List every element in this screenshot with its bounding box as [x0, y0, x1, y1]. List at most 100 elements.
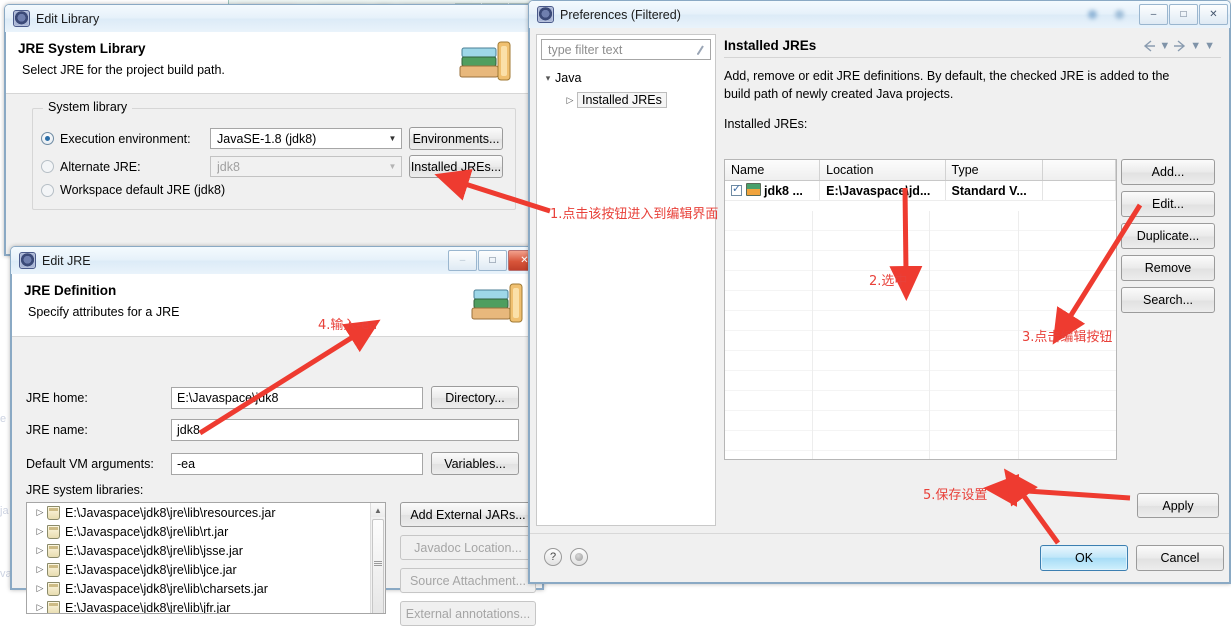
- expand-arrow-icon[interactable]: ▾: [541, 73, 555, 84]
- edit-jre-titlebar[interactable]: Edit JRE – □ ✕: [11, 247, 543, 274]
- library-row[interactable]: ▷ E:\Javaspace\jdk8\jre\lib\charsets.jar: [27, 579, 385, 598]
- back-icon[interactable]: [1142, 39, 1156, 52]
- expand-arrow-icon[interactable]: ▷: [33, 602, 47, 613]
- expand-arrow-icon[interactable]: ▷: [33, 507, 47, 518]
- preferences-content-panel: Installed JREs ▼ ▼ ▼ Add, remove or edit…: [722, 34, 1223, 526]
- library-row[interactable]: ▷ E:\Javaspace\jdk8\jre\lib\jce.jar: [27, 560, 385, 579]
- library-row[interactable]: ▷ E:\Javaspace\jdk8\jre\lib\jfr.jar: [27, 598, 385, 613]
- libraries-scrollbar[interactable]: ▲: [370, 503, 385, 613]
- alternate-jre-radio[interactable]: [41, 160, 54, 173]
- maximize-icon[interactable]: □: [1169, 4, 1198, 25]
- workspace-default-jre-radio[interactable]: [41, 183, 54, 197]
- tree-item-java[interactable]: ▾ Java: [541, 67, 711, 89]
- page-title: Installed JREs: [724, 38, 817, 53]
- library-row[interactable]: ▷ E:\Javaspace\jdk8\jre\lib\resources.jar: [27, 503, 385, 522]
- javadoc-location-button: Javadoc Location...: [400, 535, 536, 560]
- variables-button[interactable]: Variables...: [431, 452, 519, 475]
- expand-arrow-icon[interactable]: ▷: [563, 95, 577, 106]
- jre-location-cell: E:\Javaspace\jd...: [819, 180, 946, 201]
- options-icon[interactable]: [570, 548, 588, 566]
- edit-jre-header-subtitle: Specify attributes for a JRE: [28, 305, 180, 319]
- edit-library-titlebar[interactable]: Edit Library: [5, 5, 531, 32]
- close-icon[interactable]: ✕: [1199, 4, 1228, 25]
- duplicate-button[interactable]: Duplicate...: [1121, 223, 1215, 249]
- maximize-icon[interactable]: □: [478, 250, 507, 271]
- annotation-4: 4.输入-ea: [318, 318, 378, 333]
- jre-name-row: JRE name: jdk8: [26, 419, 536, 441]
- execution-environment-value: JavaSE-1.8 (jdk8): [217, 131, 317, 146]
- jre-checkbox[interactable]: [731, 182, 742, 196]
- preferences-titlebar[interactable]: Preferences (Filtered) – □ ✕: [529, 1, 1230, 28]
- annotation-3: 3.点击编辑按钮: [1022, 330, 1113, 345]
- jre-icon: [746, 183, 761, 196]
- directory-button[interactable]: Directory...: [431, 386, 519, 409]
- jre-name-label: JRE name:: [26, 423, 88, 437]
- execution-environment-row[interactable]: Execution environment: JavaSE-1.8 (jdk8)…: [41, 127, 507, 150]
- environments-button[interactable]: Environments...: [409, 127, 503, 150]
- expand-arrow-icon[interactable]: ▷: [33, 526, 47, 537]
- expand-arrow-icon[interactable]: ▷: [33, 564, 47, 575]
- forward-dropdown-icon[interactable]: ▼: [1190, 40, 1201, 52]
- add-button[interactable]: Add...: [1121, 159, 1215, 185]
- edit-library-header-subtitle: Select JRE for the project build path.: [22, 63, 225, 77]
- edit-button[interactable]: Edit...: [1121, 191, 1215, 217]
- table-header-row: Name Location Type: [725, 160, 1116, 181]
- column-header[interactable]: [1042, 160, 1116, 181]
- jar-icon: [47, 600, 60, 613]
- jre-home-label: JRE home:: [26, 390, 88, 405]
- expand-arrow-icon[interactable]: ▷: [33, 583, 47, 594]
- installed-jres-table[interactable]: NameLocationType jdk8 ... E:\Javaspace\jd…: [724, 159, 1117, 460]
- expand-arrow-icon[interactable]: ▷: [33, 545, 47, 556]
- vm-arguments-row: Default VM arguments: -ea Variables...: [26, 452, 536, 475]
- remove-button[interactable]: Remove: [1121, 255, 1215, 281]
- installed-jres-table-label: Installed JREs:: [724, 117, 808, 131]
- column-header[interactable]: Name: [725, 160, 821, 181]
- source-attachment-button: Source Attachment...: [400, 568, 536, 593]
- minimize-icon[interactable]: –: [448, 250, 477, 271]
- system-library-group-title: System library: [43, 100, 133, 114]
- scroll-up-icon[interactable]: ▲: [371, 503, 385, 517]
- help-icon[interactable]: ?: [544, 548, 562, 566]
- add-external-jars-button[interactable]: Add External JARs...: [400, 502, 536, 527]
- eclipse-icon: [19, 252, 36, 269]
- background-left-text-1: e: [0, 413, 7, 425]
- jre-home-input[interactable]: E:\Javaspace\jdk8: [171, 386, 423, 409]
- library-row[interactable]: ▷ E:\Javaspace\jdk8\jre\lib\rt.jar: [27, 522, 385, 541]
- library-path: E:\Javaspace\jdk8\jre\lib\rt.jar: [65, 524, 229, 539]
- search-button[interactable]: Search...: [1121, 287, 1215, 313]
- ok-button[interactable]: OK: [1040, 545, 1128, 571]
- execution-environment-radio[interactable]: [41, 132, 54, 145]
- clear-filter-icon[interactable]: [695, 44, 706, 56]
- cancel-button[interactable]: Cancel: [1136, 545, 1224, 571]
- books-icon: [471, 283, 523, 323]
- column-header[interactable]: Location: [819, 160, 946, 181]
- execution-environment-combo[interactable]: JavaSE-1.8 (jdk8) ▼: [210, 128, 402, 149]
- jre-system-libraries-list[interactable]: ▷ E:\Javaspace\jdk8\jre\lib\resources.jar…: [26, 502, 386, 614]
- tree-item-installed-jres[interactable]: ▷ Installed JREs: [541, 89, 711, 111]
- edit-jre-header: JRE Definition Specify attributes for a …: [12, 274, 542, 337]
- scrollbar-thumb[interactable]: [372, 519, 384, 613]
- workspace-default-jre-row[interactable]: Workspace default JRE (jdk8): [41, 183, 225, 197]
- alternate-jre-value: jdk8: [217, 159, 240, 174]
- alternate-jre-row[interactable]: Alternate JRE: jdk8 ▼ Installed JREs...: [41, 155, 507, 178]
- alternate-jre-label: Alternate JRE:: [60, 159, 141, 174]
- table-row[interactable]: jdk8 ... E:\Javaspace\jd...Standard V...: [725, 180, 1116, 201]
- forward-icon[interactable]: [1173, 39, 1187, 52]
- column-header[interactable]: Type: [945, 160, 1043, 181]
- vm-arguments-input[interactable]: -ea: [171, 452, 423, 475]
- menu-dropdown-icon[interactable]: ▼: [1204, 40, 1215, 52]
- library-row[interactable]: ▷ E:\Javaspace\jdk8\jre\lib\jsse.jar: [27, 541, 385, 560]
- page-description: Add, remove or edit JRE definitions. By …: [724, 69, 1170, 101]
- jre-name-cell[interactable]: jdk8 ...: [725, 180, 821, 201]
- chevron-down-icon[interactable]: ▼: [384, 129, 401, 148]
- jre-name-input[interactable]: jdk8: [171, 419, 519, 441]
- apply-button[interactable]: Apply: [1137, 493, 1219, 518]
- back-dropdown-icon[interactable]: ▼: [1159, 40, 1170, 52]
- preferences-side-button-group: Add... Edit... Duplicate... Remove Search...: [1121, 159, 1215, 319]
- filter-input[interactable]: type filter text: [541, 39, 711, 60]
- preferences-title: Preferences (Filtered): [560, 7, 681, 22]
- installed-jres-button[interactable]: Installed JREs...: [409, 155, 503, 178]
- preferences-window-buttons: – □ ✕: [1138, 4, 1228, 25]
- minimize-icon[interactable]: –: [1139, 4, 1168, 25]
- jre-home-row: JRE home: E:\Javaspace\jdk8 Directory...: [26, 386, 536, 409]
